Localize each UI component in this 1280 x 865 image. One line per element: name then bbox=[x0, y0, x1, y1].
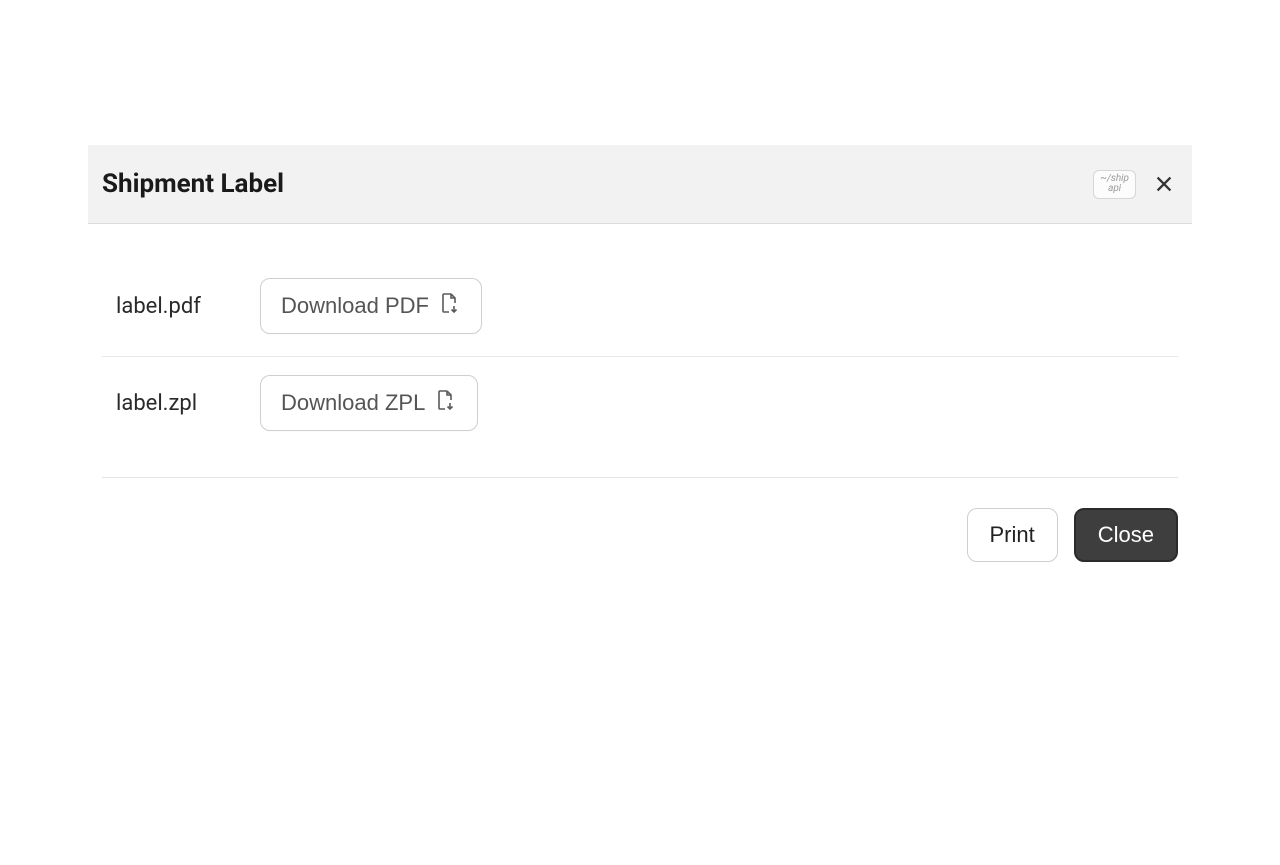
file-row-zpl: label.zpl Download ZPL bbox=[102, 357, 1178, 453]
file-download-icon bbox=[433, 388, 457, 418]
modal-header: Shipment Label ~/ship api bbox=[88, 145, 1192, 224]
print-button[interactable]: Print bbox=[967, 508, 1058, 562]
file-row-pdf: label.pdf Download PDF bbox=[102, 260, 1178, 357]
modal-body: label.pdf Download PDF label.zpl Downloa… bbox=[88, 224, 1192, 478]
close-button[interactable]: Close bbox=[1074, 508, 1178, 562]
shipment-label-modal: Shipment Label ~/ship api label.pdf Down… bbox=[88, 145, 1192, 562]
modal-title: Shipment Label bbox=[102, 169, 284, 199]
download-zpl-label: Download ZPL bbox=[281, 390, 425, 416]
file-download-icon bbox=[437, 291, 461, 321]
download-zpl-button[interactable]: Download ZPL bbox=[260, 375, 478, 431]
file-name-label: label.zpl bbox=[116, 391, 220, 416]
file-name-label: label.pdf bbox=[116, 294, 220, 319]
download-pdf-label: Download PDF bbox=[281, 293, 429, 319]
close-icon[interactable] bbox=[1150, 170, 1178, 198]
modal-footer: Print Close bbox=[88, 478, 1192, 562]
badge-line-2: api bbox=[1100, 184, 1129, 195]
download-pdf-button[interactable]: Download PDF bbox=[260, 278, 482, 334]
ship-api-badge[interactable]: ~/ship api bbox=[1093, 170, 1136, 199]
header-actions: ~/ship api bbox=[1093, 170, 1178, 199]
